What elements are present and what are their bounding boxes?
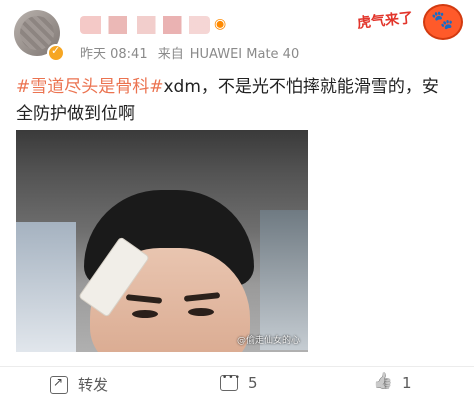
tiger-sticker: 虎气来了: [355, 4, 463, 40]
image-watermark: @偷走仙女的心: [236, 336, 300, 346]
member-icon: ◉: [214, 16, 227, 32]
share-label: 转发: [78, 376, 109, 394]
share-button[interactable]: 转发: [50, 374, 108, 395]
eye-left: [132, 310, 158, 318]
sticker-text: 虎气来了: [356, 10, 414, 32]
post-photo[interactable]: @偷走仙女的心: [16, 130, 308, 352]
comment-count: 5: [248, 374, 258, 392]
comment-button[interactable]: 5: [220, 373, 258, 392]
timestamp: 昨天 08:41: [80, 47, 148, 62]
paw-icon: [423, 4, 463, 40]
car-window-right: [260, 210, 308, 350]
post-text: #雪道尽头是骨科#xdm，不是光不怕摔就能滑雪的，安 全防护做到位啊: [16, 74, 462, 128]
verified-badge-icon: [47, 44, 65, 62]
like-button[interactable]: 1: [374, 374, 412, 392]
post-body-line1: xdm，不是光不怕摔就能滑雪的，安: [163, 77, 439, 97]
device-name: HUAWEI Mate 40: [189, 47, 300, 62]
username-blurred[interactable]: [80, 16, 210, 34]
thumbs-up-icon: [374, 374, 392, 392]
topic-link[interactable]: #雪道尽头是骨科#: [16, 77, 164, 97]
share-icon: [50, 375, 68, 394]
comment-icon: [220, 373, 241, 391]
post-header: ◉ 昨天 08:41 来自 HUAWEI Mate 40 虎气来了: [0, 0, 474, 70]
source-prefix: 来自: [157, 47, 184, 62]
post-body-line2: 全防护做到位啊: [16, 104, 135, 124]
post-meta: 昨天 08:41 来自 HUAWEI Mate 40: [80, 43, 305, 62]
like-count: 1: [402, 374, 412, 392]
divider: [0, 366, 474, 367]
eye-right: [188, 308, 214, 316]
action-bar: 转发 5 1: [0, 370, 474, 400]
car-window-left: [16, 222, 76, 352]
